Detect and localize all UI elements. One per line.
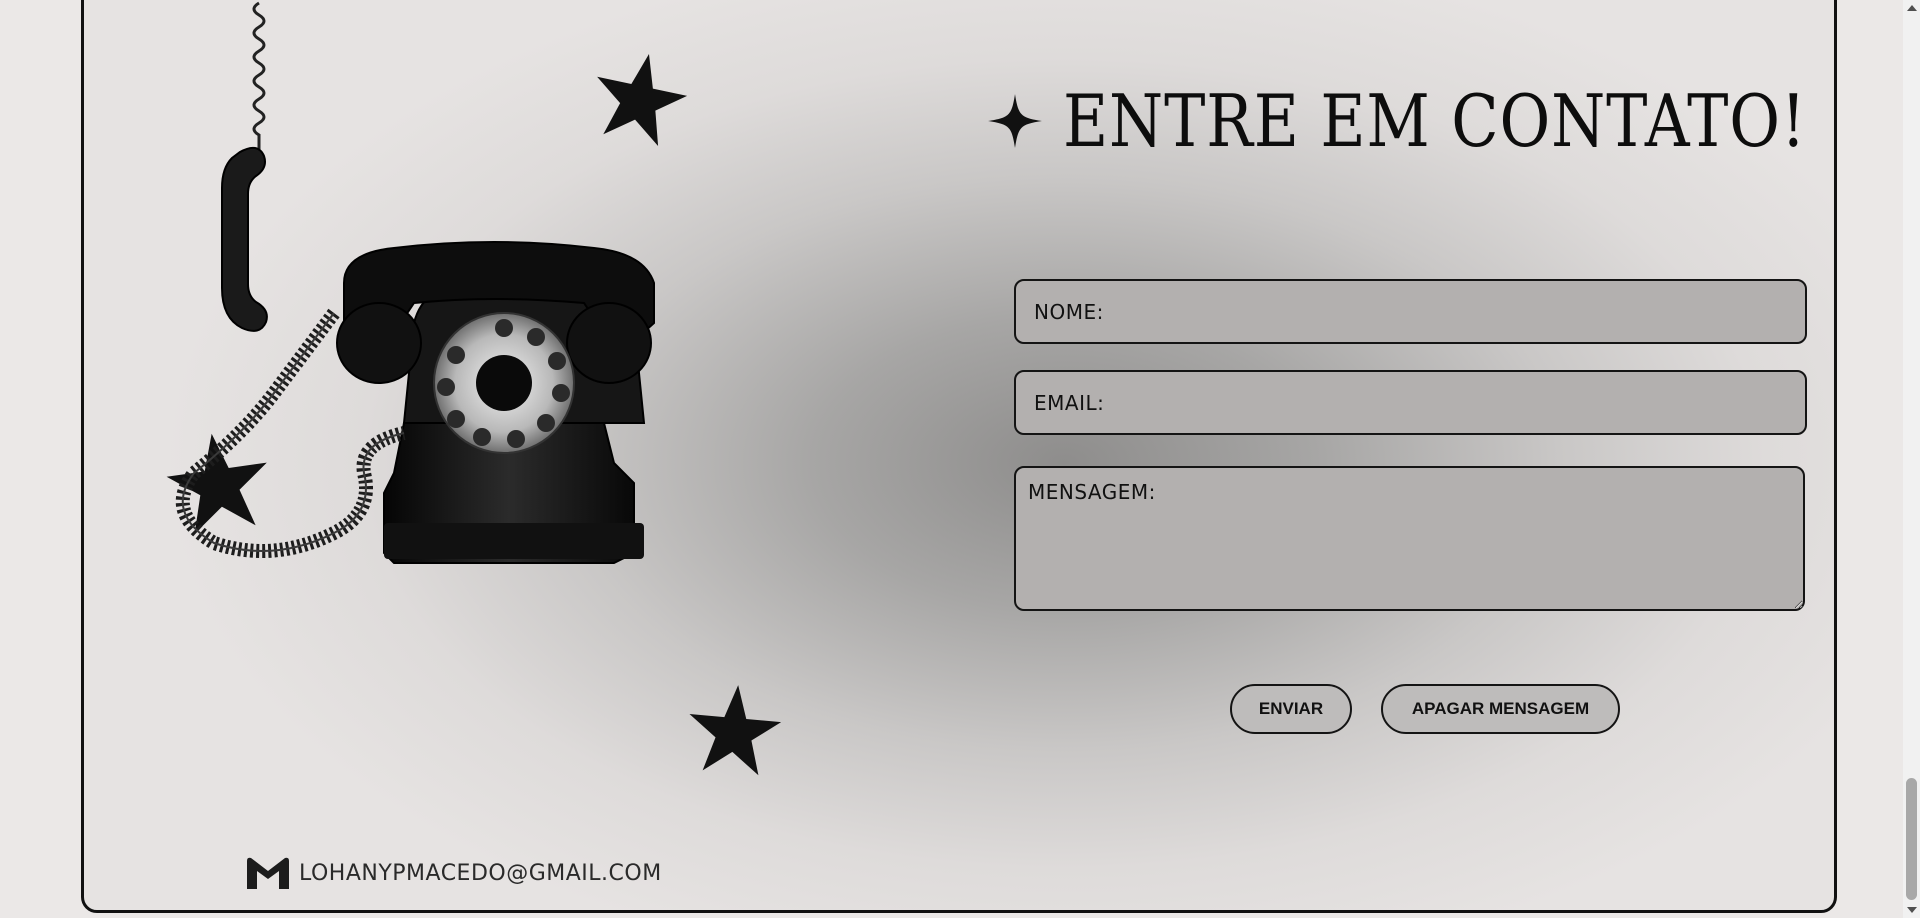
send-button[interactable]: ENVIAR (1230, 684, 1352, 734)
email-input[interactable] (1016, 372, 1805, 433)
scroll-up-icon[interactable] (1907, 5, 1917, 11)
footer-email: LOHANYPMACEDO@GMAIL.COM (245, 855, 662, 891)
email-text: LOHANYPMACEDO@GMAIL.COM (299, 860, 662, 886)
scrollbar-thumb[interactable] (1906, 778, 1917, 900)
star-icon (689, 685, 782, 776)
name-input[interactable] (1016, 281, 1805, 342)
sparkle-icon (988, 94, 1042, 148)
rotary-telephone-illustration (175, 1, 655, 564)
page-title: ENTRE EM CONTATO! (987, 79, 1834, 163)
scroll-down-icon[interactable] (1907, 907, 1917, 913)
gmail-icon (247, 857, 289, 889)
message-textarea[interactable] (1016, 468, 1803, 609)
message-field[interactable] (1014, 466, 1805, 611)
vertical-scrollbar[interactable] (1903, 0, 1920, 918)
email-field[interactable] (1014, 370, 1807, 435)
contact-section: ENTRE EM CONTATO! ENVIAR APAGAR MENSAGEM (81, 0, 1837, 913)
clear-message-button[interactable]: APAGAR MENSAGEM (1381, 684, 1620, 734)
title-text: ENTRE EM CONTATO! (1063, 79, 1807, 163)
name-field[interactable] (1014, 279, 1807, 344)
